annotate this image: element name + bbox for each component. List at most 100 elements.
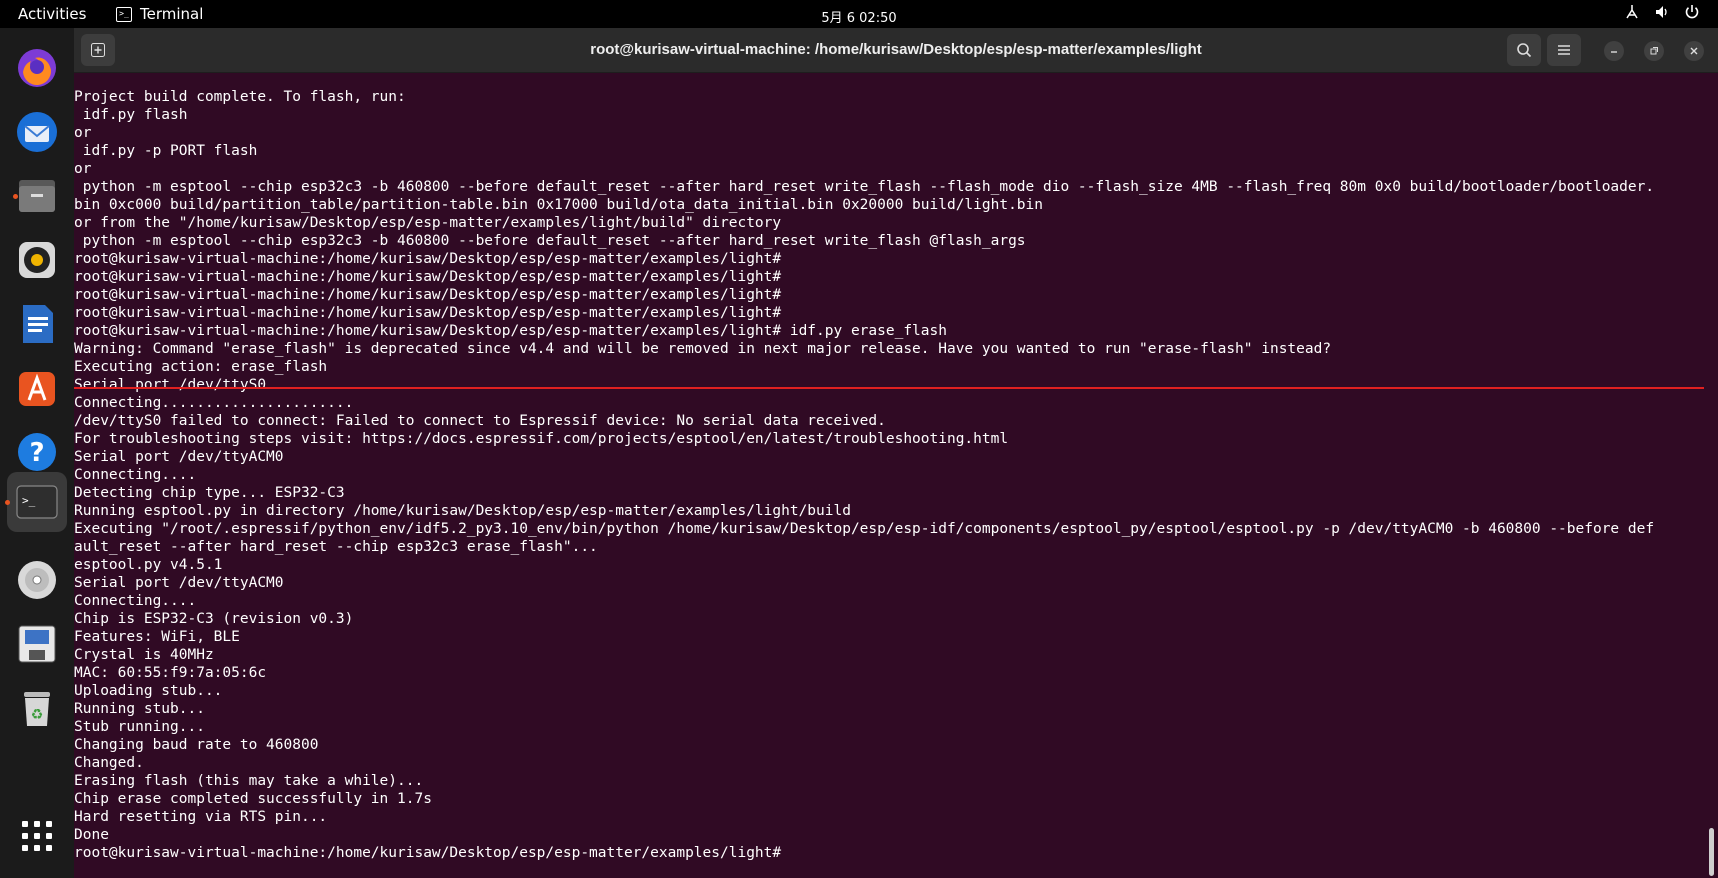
libreoffice-writer-icon bbox=[23, 305, 53, 343]
terminal-line: Serial port /dev/ttyACM0 bbox=[74, 575, 284, 591]
terminal-line: Changing baud rate to 460800 bbox=[74, 737, 319, 753]
search-button[interactable] bbox=[1507, 34, 1541, 66]
dock-files[interactable] bbox=[7, 166, 67, 226]
terminal-line: Connecting.... bbox=[74, 467, 197, 483]
terminal-app-icon: >_ bbox=[116, 6, 132, 22]
system-tray[interactable] bbox=[1624, 4, 1700, 24]
terminal-line: Changed. bbox=[74, 755, 144, 771]
power-icon bbox=[1684, 4, 1700, 24]
terminal-line: For troubleshooting steps visit: https:/… bbox=[74, 431, 1009, 447]
dock-writer[interactable] bbox=[7, 294, 67, 354]
terminal-line: Hard resetting via RTS pin... bbox=[74, 809, 328, 825]
disc-icon bbox=[18, 561, 56, 599]
network-icon bbox=[1624, 4, 1640, 24]
dock-app-center[interactable] bbox=[7, 358, 67, 418]
terminal-window: root@kurisaw-virtual-machine: /home/kuri… bbox=[74, 28, 1718, 878]
terminal-line: Project build complete. To flash, run: bbox=[74, 89, 406, 105]
terminal-line: root@kurisaw-virtual-machine:/home/kuris… bbox=[74, 845, 782, 861]
terminal-line: Features: WiFi, BLE bbox=[74, 629, 240, 645]
terminal-line: ault_reset --after hard_reset --chip esp… bbox=[74, 539, 598, 555]
terminal-line: python -m esptool --chip esp32c3 -b 4608… bbox=[74, 179, 1655, 195]
terminal-line: Detecting chip type... ESP32-C3 bbox=[74, 485, 345, 501]
close-icon bbox=[1690, 47, 1698, 55]
terminal-line: root@kurisaw-virtual-machine:/home/kuris… bbox=[74, 305, 782, 321]
firefox-icon bbox=[18, 49, 56, 87]
terminal-line: or from the "/home/kurisaw/Desktop/esp/e… bbox=[74, 215, 782, 231]
rhythmbox-icon bbox=[19, 242, 55, 278]
window-title: root@kurisaw-virtual-machine: /home/kuri… bbox=[590, 41, 1202, 58]
terminal-line: Crystal is 40MHz bbox=[74, 647, 214, 663]
new-tab-button[interactable] bbox=[81, 34, 115, 66]
terminal-line: Uploading stub... bbox=[74, 683, 223, 699]
terminal-icon: >_ bbox=[16, 485, 58, 519]
dock-disc[interactable] bbox=[7, 550, 67, 610]
new-tab-icon bbox=[91, 43, 105, 57]
terminal-line: root@kurisaw-virtual-machine:/home/kuris… bbox=[74, 269, 782, 285]
running-indicator bbox=[5, 500, 10, 505]
trash-icon: ♻ bbox=[24, 692, 50, 726]
dock-show-apps[interactable] bbox=[7, 806, 67, 866]
close-button[interactable] bbox=[1684, 41, 1704, 61]
save-disk-icon bbox=[18, 625, 56, 663]
terminal-line: python -m esptool --chip esp32c3 -b 4608… bbox=[74, 233, 1026, 249]
terminal-output[interactable]: Project build complete. To flash, run: i… bbox=[74, 73, 1704, 878]
dock-save-disk[interactable] bbox=[7, 614, 67, 674]
terminal-line: MAC: 60:55:f9:7a:05:6c bbox=[74, 665, 267, 681]
terminal-line: bin 0xc000 build/partition_table/partiti… bbox=[74, 197, 1044, 213]
dock-terminal[interactable]: >_ bbox=[5, 472, 67, 532]
terminal-line: or bbox=[74, 161, 92, 177]
terminal-line: Chip is ESP32-C3 (revision v0.3) bbox=[74, 611, 354, 627]
volume-icon bbox=[1654, 4, 1670, 24]
terminal-line: /dev/ttyS0 failed to connect: Failed to … bbox=[74, 413, 886, 429]
hamburger-menu-icon bbox=[1558, 45, 1570, 55]
terminal-line: Running esptool.py in directory /home/ku… bbox=[74, 503, 851, 519]
terminal-line: Chip erase completed successfully in 1.7… bbox=[74, 791, 432, 807]
restore-icon bbox=[1650, 47, 1658, 55]
terminal-lines: Project build complete. To flash, run: i… bbox=[74, 73, 1654, 862]
terminal-line: Running stub... bbox=[74, 701, 205, 717]
terminal-line: Serial port /dev/ttyACM0 bbox=[74, 449, 284, 465]
thunderbird-icon bbox=[17, 112, 57, 152]
terminal-line: root@kurisaw-virtual-machine:/home/kuris… bbox=[74, 251, 782, 267]
menu-button[interactable] bbox=[1547, 34, 1581, 66]
activities-button[interactable]: Activities bbox=[18, 5, 86, 23]
svg-text:>_: >_ bbox=[22, 494, 36, 507]
dock-trash[interactable]: ♻ bbox=[7, 678, 67, 738]
terminal-line: root@kurisaw-virtual-machine:/home/kuris… bbox=[74, 323, 947, 339]
dock: ? >_ ♻ bbox=[0, 28, 74, 878]
terminal-line: Warning: Command "erase_flash" is deprec… bbox=[74, 341, 1332, 357]
dock-rhythmbox[interactable] bbox=[7, 230, 67, 290]
app-center-icon bbox=[19, 372, 55, 406]
terminal-line: esptool.py v4.5.1 bbox=[74, 557, 223, 573]
help-icon: ? bbox=[18, 433, 56, 471]
terminal-line: root@kurisaw-virtual-machine:/home/kuris… bbox=[74, 287, 782, 303]
terminal-scrollbar[interactable] bbox=[1709, 828, 1714, 876]
running-indicator bbox=[13, 194, 18, 199]
terminal-line: Done bbox=[74, 827, 109, 843]
svg-text:?: ? bbox=[29, 438, 44, 468]
terminal-line: idf.py flash bbox=[74, 107, 188, 123]
app-grid-icon bbox=[22, 821, 52, 851]
terminal-line: idf.py -p PORT flash bbox=[74, 143, 258, 159]
dock-firefox[interactable] bbox=[7, 38, 67, 98]
terminal-line: Connecting.... bbox=[74, 593, 197, 609]
terminal-line: Executing "/root/.espressif/python_env/i… bbox=[74, 521, 1655, 537]
dock-thunderbird[interactable] bbox=[7, 102, 67, 162]
svg-text:♻: ♻ bbox=[31, 707, 44, 723]
terminal-line: Stub running... bbox=[74, 719, 205, 735]
app-menu-label: Terminal bbox=[140, 5, 204, 23]
files-icon bbox=[19, 180, 55, 212]
minimize-button[interactable] bbox=[1604, 41, 1624, 61]
search-icon bbox=[1517, 43, 1532, 58]
app-menu-terminal[interactable]: >_ Terminal bbox=[116, 5, 203, 23]
top-bar: Activities >_ Terminal 5月 6 02:50 bbox=[0, 0, 1718, 28]
clock[interactable]: 5月 6 02:50 bbox=[0, 7, 1718, 26]
terminal-line: Erasing flash (this may take a while)... bbox=[74, 773, 424, 789]
terminal-line: Serial port /dev/ttyS0 bbox=[74, 377, 267, 393]
minimize-icon bbox=[1611, 51, 1617, 53]
maximize-button[interactable] bbox=[1644, 41, 1664, 61]
terminal-line: Executing action: erase_flash bbox=[74, 359, 328, 375]
terminal-line: or bbox=[74, 125, 92, 141]
window-header: root@kurisaw-virtual-machine: /home/kuri… bbox=[74, 28, 1718, 73]
